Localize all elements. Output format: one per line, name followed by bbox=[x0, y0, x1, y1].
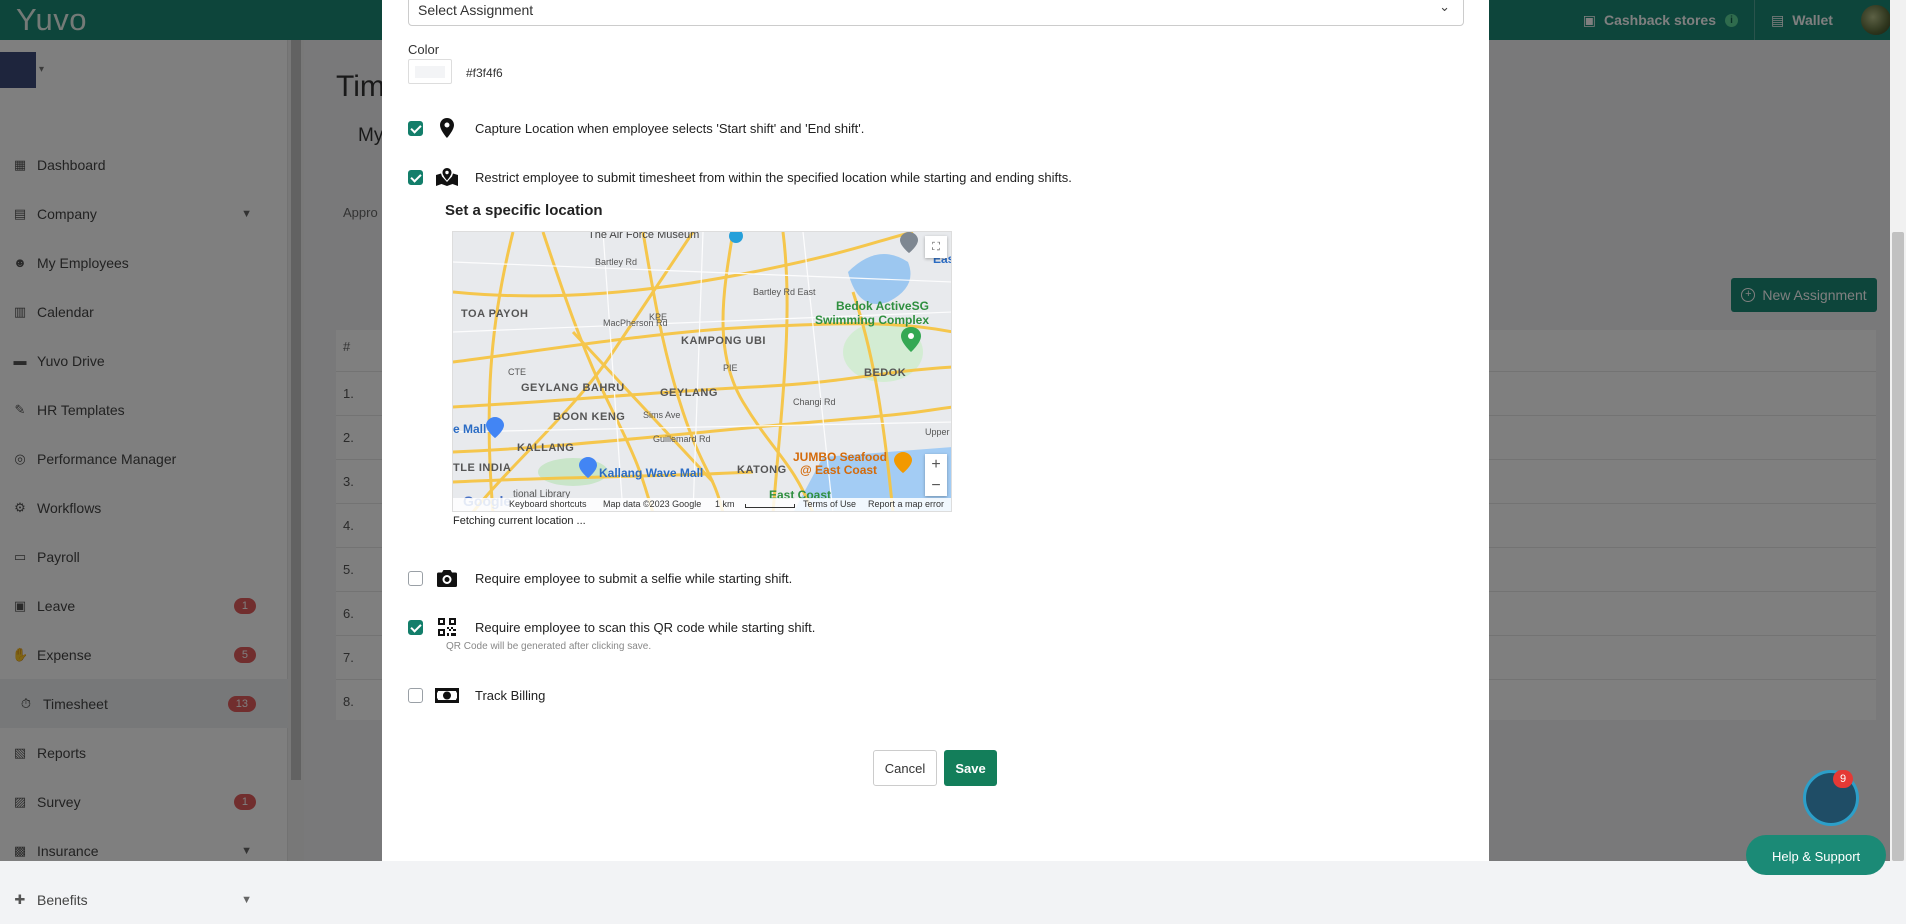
map-label: TOA PAYOH bbox=[461, 308, 529, 320]
map-label: PIE bbox=[723, 363, 738, 373]
fullscreen-icon[interactable]: ⛶ bbox=[925, 236, 947, 258]
location-status: Fetching current location ... bbox=[453, 515, 586, 527]
map-label: Upper bbox=[925, 427, 950, 437]
color-value: #f3f4f6 bbox=[466, 66, 503, 80]
restrict-location-checkbox[interactable] bbox=[408, 169, 423, 185]
chevron-down-icon: ⌄ bbox=[1439, 0, 1450, 14]
selfie-option: Require employee to submit a selfie whil… bbox=[408, 568, 792, 588]
qrcode-icon bbox=[435, 618, 459, 636]
map-label: KAMPONG UBI bbox=[681, 335, 766, 347]
map-label: JUMBO Seafood bbox=[793, 450, 888, 464]
map-marked-icon bbox=[435, 168, 459, 186]
map-label: Sims Ave bbox=[643, 410, 681, 420]
chevron-down-icon: ▼ bbox=[241, 893, 252, 906]
map-label: The Air Force Museum bbox=[588, 231, 700, 241]
track-billing-label: Track Billing bbox=[475, 687, 546, 703]
map-zoom-control: + − bbox=[925, 454, 947, 496]
sidebar-item-benefits[interactable]: ✚ Benefits ▼ bbox=[0, 875, 288, 924]
capture-location-label: Capture Location when employee selects '… bbox=[475, 120, 865, 136]
gift-icon: ✚ bbox=[14, 891, 26, 907]
zoom-in-button[interactable]: + bbox=[925, 454, 947, 475]
selfie-checkbox[interactable] bbox=[408, 570, 423, 586]
selfie-label: Require employee to submit a selfie whil… bbox=[475, 570, 793, 586]
location-map[interactable]: The Air Force Museum Bartley Rd Bartley … bbox=[452, 231, 952, 512]
map-label: CTE bbox=[508, 367, 526, 377]
assignment-modal: Select Assignment ⌄ Color #f3f4f6 Captur… bbox=[382, 0, 1489, 861]
track-billing-checkbox[interactable] bbox=[408, 687, 423, 703]
capture-location-option: Capture Location when employee selects '… bbox=[408, 118, 864, 138]
capture-location-checkbox[interactable] bbox=[408, 120, 423, 136]
map-label: @ East Coast bbox=[800, 463, 878, 477]
qr-code-option: Require employee to scan this QR code wh… bbox=[408, 617, 815, 637]
save-button[interactable]: Save bbox=[944, 750, 997, 786]
money-bill-icon bbox=[435, 687, 459, 703]
track-billing-option: Track Billing bbox=[408, 685, 545, 705]
restrict-location-option: Restrict employee to submit timesheet fr… bbox=[408, 167, 1072, 187]
map-scale[interactable]: 1 km bbox=[715, 499, 735, 509]
map-label: KALLANG bbox=[517, 442, 575, 454]
map-footer: Keyboard shortcuts Map data ©2023 Google… bbox=[453, 498, 951, 511]
camera-icon bbox=[435, 569, 459, 587]
chatbot-badge: 9 bbox=[1833, 770, 1853, 788]
assignment-select-value: Select Assignment bbox=[418, 2, 534, 18]
assignment-select[interactable]: Select Assignment ⌄ bbox=[408, 0, 1464, 26]
map-label: Changi Rd bbox=[793, 397, 836, 407]
restrict-location-label: Restrict employee to submit timesheet fr… bbox=[475, 169, 1072, 185]
color-swatch-fill bbox=[415, 66, 445, 78]
window-scrollbar[interactable] bbox=[1890, 0, 1906, 861]
map-scale-bar bbox=[745, 504, 795, 508]
map-label: Bedok ActiveSG bbox=[836, 299, 929, 313]
map-label: TLE INDIA bbox=[453, 462, 512, 474]
zoom-out-button[interactable]: − bbox=[925, 475, 947, 496]
qr-code-note: QR Code will be generated after clicking… bbox=[446, 641, 652, 652]
cancel-button[interactable]: Cancel bbox=[873, 750, 937, 786]
map-label: Swimming Complex bbox=[815, 313, 930, 327]
color-label: Color bbox=[408, 42, 440, 57]
scrollbar-thumb[interactable] bbox=[1892, 232, 1904, 861]
sidebar-item-label: Benefits bbox=[37, 891, 88, 908]
map-label: GEYLANG bbox=[660, 387, 718, 399]
report-error-link[interactable]: Report a map error bbox=[868, 499, 944, 509]
map-pin-icon bbox=[435, 118, 459, 138]
map-label: Guillemard Rd bbox=[653, 434, 711, 444]
map-data-text: Map data ©2023 Google bbox=[603, 499, 702, 509]
map-label: KATONG bbox=[737, 464, 787, 476]
terms-link[interactable]: Terms of Use bbox=[803, 499, 856, 509]
help-support-button[interactable]: Help & Support bbox=[1746, 835, 1886, 875]
qr-code-checkbox[interactable] bbox=[408, 619, 423, 635]
map-label: Kallang Wave Mall bbox=[599, 466, 704, 480]
location-section-title: Set a specific location bbox=[445, 202, 603, 219]
qr-code-label: Require employee to scan this QR code wh… bbox=[475, 619, 816, 635]
map-label: BOON KENG bbox=[553, 411, 626, 423]
map-label: Bartley Rd bbox=[595, 257, 638, 267]
map-label: e Mall bbox=[453, 422, 487, 436]
map-label: Bartley Rd East bbox=[753, 287, 816, 297]
map-label: GEYLANG BAHRU bbox=[521, 382, 625, 394]
map-label: BEDOK bbox=[864, 367, 907, 379]
map-label: KPE bbox=[649, 312, 668, 322]
keyboard-shortcuts-link[interactable]: Keyboard shortcuts bbox=[509, 499, 587, 509]
color-picker[interactable] bbox=[408, 59, 452, 84]
